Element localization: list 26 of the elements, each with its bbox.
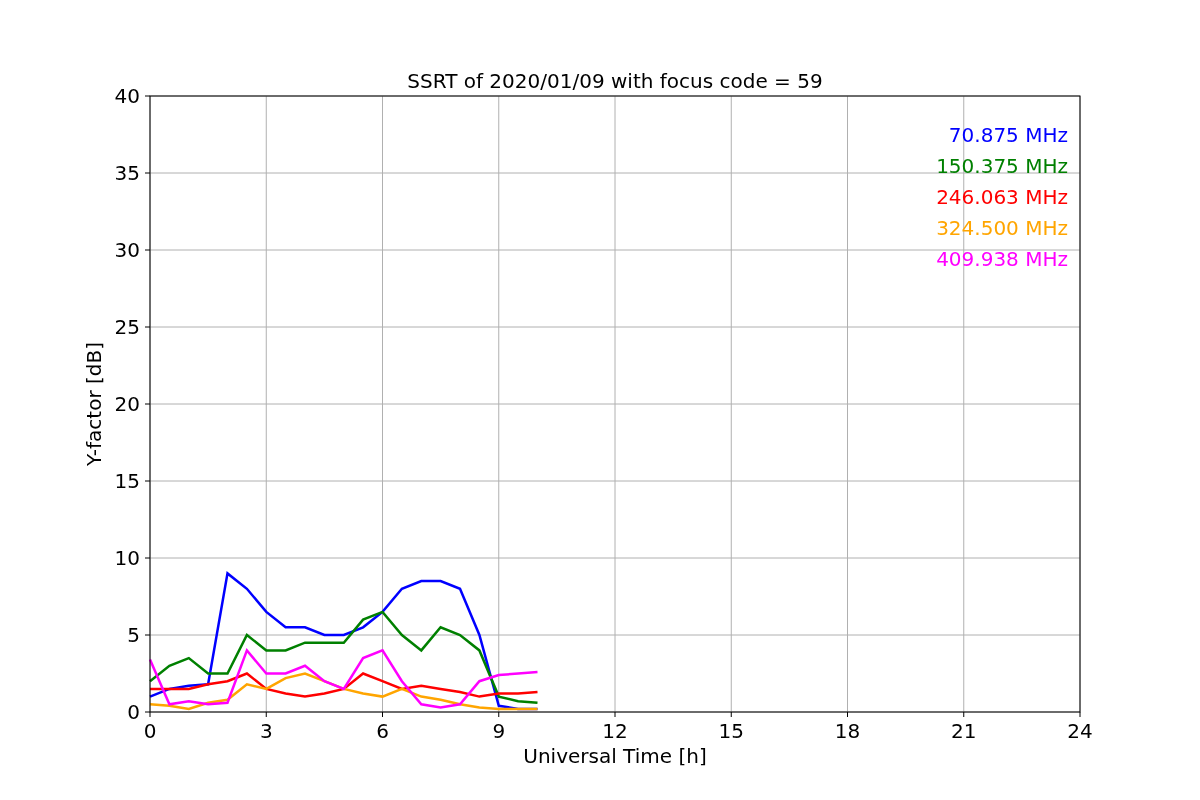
- tick-label: 35: [114, 161, 140, 185]
- chart-title: SSRT of 2020/01/09 with focus code = 59: [407, 69, 823, 93]
- axis-label: Y-factor [dB]: [82, 342, 106, 466]
- legend-label: 70.875 MHz: [948, 123, 1068, 147]
- tick-label: 9: [492, 719, 506, 743]
- tick-label: 15: [114, 469, 140, 493]
- tick-label: 5: [127, 623, 140, 647]
- axis-label: Universal Time [h]: [523, 744, 707, 768]
- tick-label: 6: [376, 719, 389, 743]
- tick-label: 24: [1067, 719, 1093, 743]
- tick-label: 10: [114, 546, 140, 570]
- tick-label: 20: [114, 392, 140, 416]
- tick-label: 15: [718, 719, 744, 743]
- tick-label: 21: [951, 719, 977, 743]
- tick-label: 0: [143, 719, 157, 743]
- tick-label: 18: [834, 719, 861, 743]
- legend-label: 409.938 MHz: [936, 247, 1068, 271]
- tick-label: 12: [602, 719, 628, 743]
- legend-label: 324.500 MHz: [936, 216, 1068, 240]
- legend-label: 150.375 MHz: [936, 154, 1068, 178]
- tick-label: 30: [114, 238, 140, 262]
- tick-label: 40: [114, 84, 140, 108]
- legend-label: 246.063 MHz: [936, 185, 1068, 209]
- tick-label: 3: [259, 719, 273, 743]
- tick-label: 25: [114, 315, 140, 339]
- tick-label: 0: [127, 700, 140, 724]
